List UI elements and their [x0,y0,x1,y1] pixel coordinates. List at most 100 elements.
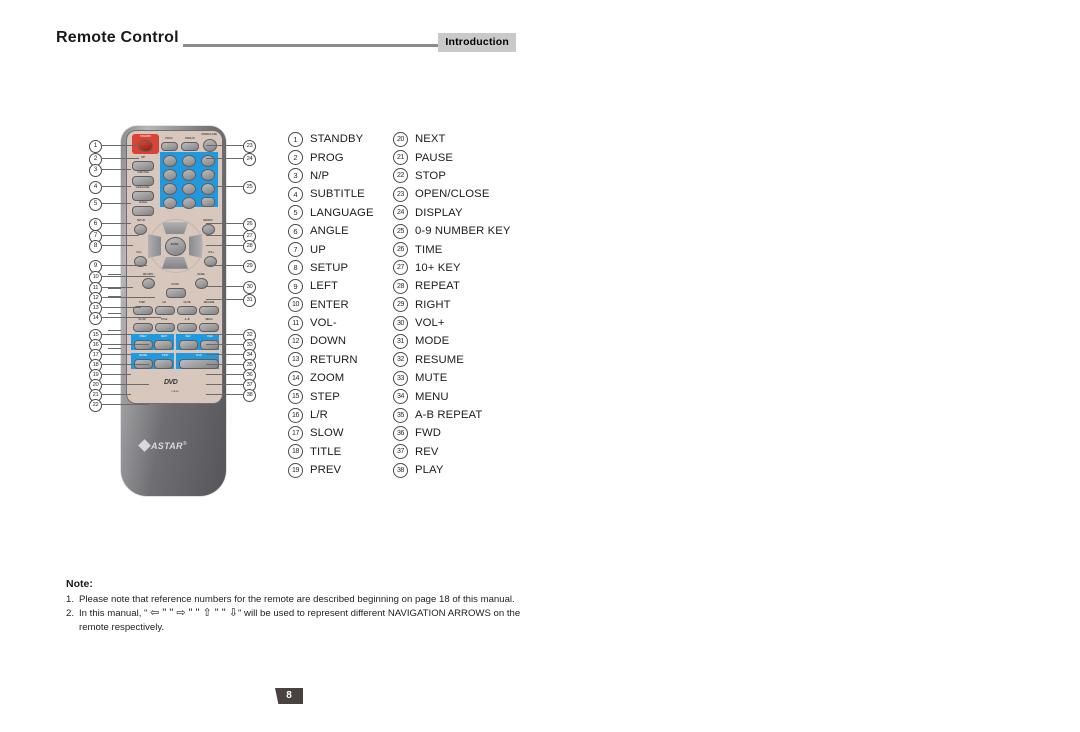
button-ab-repeat [177,323,197,332]
button-repeat [202,224,215,235]
key-reference-label: REV [415,445,439,458]
button-angle [132,206,154,216]
key-reference-entry: 15 STEP [288,389,393,405]
key-reference-entry: 22 STOP [393,168,538,184]
key-reference-label: UP [310,243,326,256]
key-reference-number: 15 [288,389,303,405]
callout-29: 29 [243,260,256,273]
key-reference-label: MUTE [415,372,448,385]
key-reference-label: MODE [415,335,450,348]
callout-24: 24 [243,153,256,166]
key-reference-number: 1 [288,131,303,147]
key-reference-entry: 24 DISPLAY [393,205,538,221]
dvd-video-logo: DVD [164,379,178,386]
key-reference-entry: 1 STANDBY [288,131,393,147]
key-reference-entry: 14 ZOOM [288,370,393,386]
key-reference-row: 1 STANDBY 20 NEXT [288,130,538,148]
button-prev [134,340,153,350]
key-reference-entry: 17 SLOW [288,425,393,441]
key-reference-entry: 16 L/R [288,407,393,423]
key-reference-label: STOP [415,169,446,182]
button-subtitle [132,176,154,186]
key-reference-number: 30 [393,315,408,331]
number-key-9 [201,183,215,195]
key-reference-entry: 9 LEFT [288,278,393,294]
button-slow [133,323,153,332]
button-mute [177,306,197,315]
button-fwd [200,340,219,350]
key-reference-entry: 27 10+ KEY [393,260,538,276]
remote-keypad-face: STANDBY PROG DISPLAY OPEN/CLOSE N/P SUBT… [126,130,223,404]
key-reference-number: 19 [288,462,303,478]
number-key-0 [163,197,177,209]
key-reference-label: ZOOM [310,372,345,385]
remote-control-illustration: STANDBY PROG DISPLAY OPEN/CLOSE N/P SUBT… [88,126,258,496]
key-reference-entry: 3 N/P [288,168,393,184]
key-reference-row: 17 SLOW 36 FWD [288,424,538,442]
key-reference-entry: 6 ANGLE [288,223,393,239]
key-reference-entry: 36 FWD [393,425,538,441]
key-reference-entry: 4 SUBTITLE [288,186,393,202]
key-reference-entry: 23 OPEN/CLOSE [393,186,538,202]
key-reference-entry: 7 UP [288,242,393,258]
key-reference-number: 4 [288,186,303,202]
key-reference-entry: 31 MODE [393,333,538,349]
key-reference-row: 12 DOWN 31 MODE [288,332,538,350]
key-reference-label: PAUSE [415,151,453,164]
key-reference-entry: 37 REV [393,444,538,460]
key-reference-number: 6 [288,223,303,239]
key-reference-label: DISPLAY [415,206,463,219]
callout-28: 28 [243,240,256,253]
key-reference-number: 11 [288,315,303,331]
number-key-8 [182,183,196,195]
key-reference-number: 10 [288,297,303,313]
key-reference-row: 5 LANGUAGE 24 DISPLAY [288,204,538,222]
key-reference-entry: 21 PAUSE [393,150,538,166]
key-reference-label: PLAY [415,464,444,477]
key-reference-label: TITLE [310,445,342,458]
callout-8: 8 [89,240,102,253]
callout-22: 22 [89,399,102,412]
key-reference-number: 29 [393,297,408,313]
callout-23: 23 [243,140,256,153]
key-reference-number: 9 [288,278,303,294]
key-reference-entry: 2 PROG [288,150,393,166]
nav-right [189,234,202,258]
key-reference-number: 36 [393,425,408,441]
key-reference-label: STANDBY [310,133,364,146]
button-next [154,340,173,350]
right-page: Remote Control Operation Advanced Featur… [540,0,1080,732]
note-item-2-text-before: In this manual, " [79,608,151,620]
button-return [142,278,155,289]
key-reference-row: 8 SETUP 27 10+ KEY [288,259,538,277]
number-key-2 [182,155,196,167]
key-reference-label: MENU [415,390,449,403]
callout-25: 25 [243,181,256,194]
note-item-2-number: 2. [66,608,75,620]
key-reference-row: 4 SUBTITLE 23 OPEN/CLOSE [288,185,538,203]
key-reference-label: FWD [415,427,442,440]
key-reference-number: 26 [393,242,408,258]
key-reference-label: A-B REPEAT [415,409,483,422]
key-reference-label: ANGLE [310,225,349,238]
key-reference-number: 5 [288,205,303,221]
key-reference-label: SETUP [310,261,349,274]
number-key-1 [163,155,177,167]
key-reference-entry: 34 MENU [393,389,538,405]
key-reference-number: 16 [288,407,303,423]
button-standby [138,140,153,152]
key-reference-row: 10 ENTER 29 RIGHT [288,296,538,314]
key-reference-number: 27 [393,260,408,276]
button-lr [155,306,175,315]
button-time [201,197,215,207]
key-reference-number: 28 [393,278,408,294]
key-reference-label: L/R [310,409,328,422]
button-enter [165,237,186,256]
callout-4: 4 [89,181,102,194]
note-block: Note: 1. Please note that reference numb… [66,578,536,635]
key-reference-number: 38 [393,462,408,478]
nav-up [162,222,188,234]
key-reference-number: 23 [393,186,408,202]
key-reference-label: 0-9 NUMBER KEY [415,225,511,238]
key-reference-number: 33 [393,370,408,386]
